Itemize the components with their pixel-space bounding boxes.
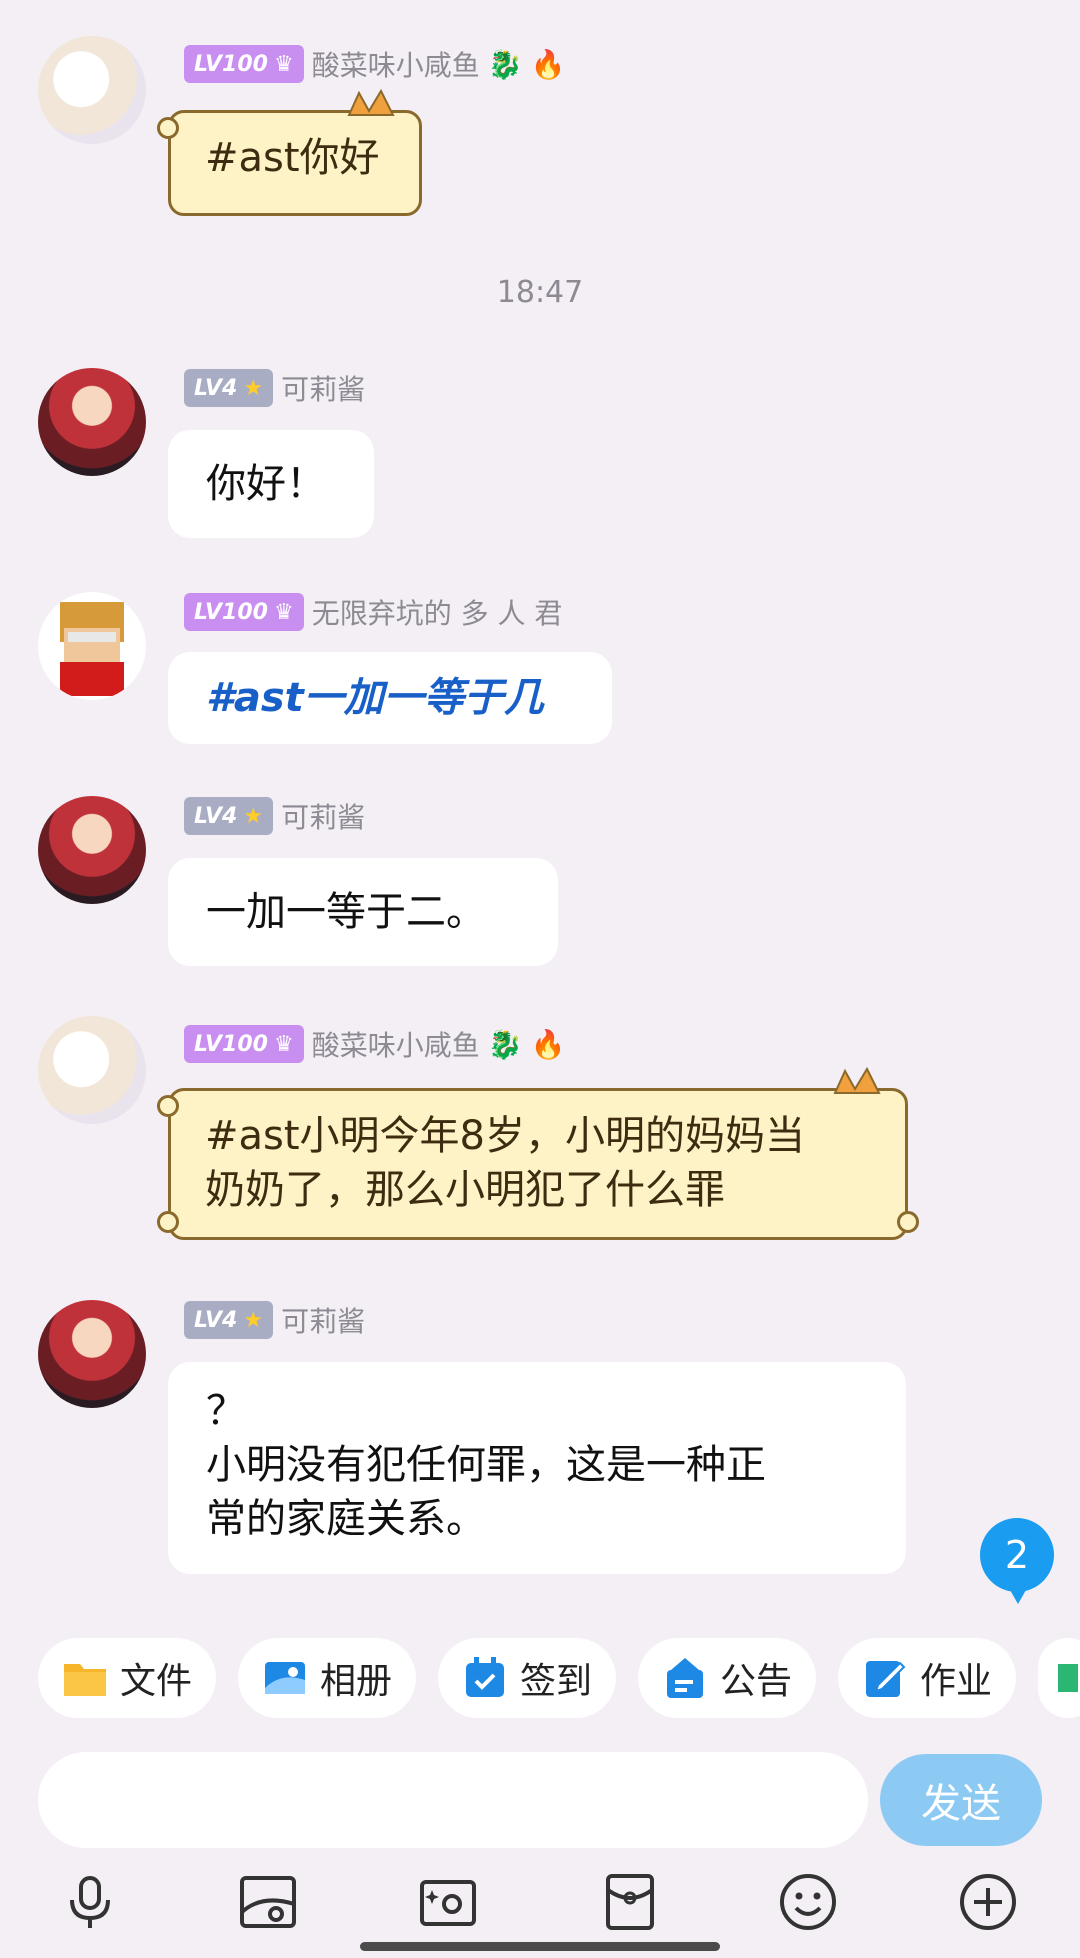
toolbar-item-homework[interactable]: 作业: [838, 1638, 1016, 1718]
sender-name[interactable]: 可莉酱: [281, 796, 365, 836]
star-icon: ★: [243, 803, 264, 829]
level-badge: LV100 ♛: [184, 45, 304, 83]
bubble-ornament: [157, 1095, 179, 1117]
send-button[interactable]: 发送: [880, 1754, 1042, 1846]
folder-icon: [62, 1655, 108, 1701]
message-bubble[interactable]: 你好！: [168, 430, 374, 538]
fire-icon: 🔥: [530, 47, 566, 81]
message-bubble[interactable]: #ast一加一等于几: [168, 652, 612, 744]
cat-ear-icon: [347, 88, 395, 116]
bubble-ornament: [157, 117, 179, 139]
album-icon: [262, 1655, 308, 1701]
message-text: #ast你好: [205, 135, 380, 181]
message-text-line: ？: [206, 1388, 246, 1434]
microphone-icon[interactable]: [60, 1872, 120, 1932]
announcement-icon: [662, 1655, 708, 1701]
avatar[interactable]: [38, 36, 146, 144]
message-bubble[interactable]: 一加一等于二。: [168, 858, 558, 966]
timestamp: 18:47: [496, 275, 584, 310]
level-badge: LV100 ♛: [184, 593, 304, 631]
message-text-line: 奶奶了，那么小明犯了什么罪: [205, 1167, 725, 1213]
green-flag-icon: [1058, 1655, 1078, 1701]
avatar[interactable]: [38, 1300, 146, 1408]
fire-icon: 🔥: [530, 1027, 566, 1061]
toolbar-label: 作业: [920, 1661, 993, 1702]
star-icon: ★: [243, 375, 264, 401]
toolbar-item-announcement[interactable]: 公告: [638, 1638, 816, 1718]
home-indicator[interactable]: [360, 1942, 720, 1951]
message-input[interactable]: [38, 1752, 868, 1848]
level-badge: LV4 ★: [184, 1301, 274, 1339]
message-text: 一加一等于二。: [206, 889, 486, 935]
dragon-icon: 🐉: [487, 1027, 523, 1061]
toolbar-label: 文件: [120, 1661, 193, 1702]
toolbar-item-file[interactable]: 文件: [38, 1638, 216, 1718]
sender-row: LV100 ♛ 无限弃坑的 多 人 君: [184, 592, 562, 632]
message-bubble[interactable]: #ast小明今年8岁，小明的妈妈当 奶奶了，那么小明犯了什么罪: [157, 1066, 919, 1240]
message-text: 你好！: [206, 461, 326, 507]
message-text-line: 常的家庭关系。: [206, 1496, 486, 1542]
image-icon[interactable]: [238, 1872, 298, 1932]
sender-row: LV100 ♛ 酸菜味小咸鱼 🐉 🔥: [184, 1024, 565, 1064]
toolbar-label: 公告: [720, 1661, 793, 1702]
emoji-icon[interactable]: [778, 1872, 838, 1932]
toolbar-item-more[interactable]: [1038, 1638, 1080, 1718]
checkin-icon: [462, 1655, 508, 1701]
toolbar-item-album[interactable]: 相册: [238, 1638, 416, 1718]
message-bubble[interactable]: ？ 小明没有犯任何罪，这是一种正 常的家庭关系。: [168, 1362, 906, 1574]
red-packet-icon[interactable]: [600, 1872, 660, 1932]
bubble-ornament: [897, 1211, 919, 1233]
crown-icon: ♛: [273, 51, 294, 77]
level-badge: LV4 ★: [184, 369, 274, 407]
avatar[interactable]: [38, 796, 146, 904]
crown-icon: ♛: [273, 1031, 294, 1057]
avatar[interactable]: [38, 592, 146, 700]
toolbar-label: 相册: [320, 1661, 393, 1702]
sender-name[interactable]: 可莉酱: [281, 368, 365, 408]
cat-ear-icon: [833, 1066, 881, 1094]
dragon-icon: 🐉: [487, 47, 523, 81]
sender-name[interactable]: 可莉酱: [281, 1300, 365, 1340]
sender-name[interactable]: 酸菜味小咸鱼: [312, 1024, 480, 1064]
toolbar-item-checkin[interactable]: 签到: [438, 1638, 616, 1718]
sender-name[interactable]: 无限弃坑的 多 人 君: [312, 592, 563, 632]
sender-row: LV100 ♛ 酸菜味小咸鱼 🐉 🔥: [184, 44, 565, 84]
plus-icon[interactable]: [958, 1872, 1018, 1932]
avatar[interactable]: [38, 1016, 146, 1124]
bubble-ornament: [157, 1211, 179, 1233]
unread-count-badge[interactable]: 2: [980, 1518, 1054, 1604]
message-text: #ast一加一等于几: [206, 675, 544, 721]
level-badge: LV100 ♛: [184, 1025, 304, 1063]
homework-icon: [862, 1655, 908, 1701]
toolbar-label: 签到: [520, 1661, 593, 1702]
message-text-line: 小明没有犯任何罪，这是一种正: [206, 1442, 766, 1488]
pixel-avatar-icon: [60, 602, 124, 696]
sender-name[interactable]: 酸菜味小咸鱼: [312, 44, 480, 84]
sender-row: LV4 ★ 可莉酱: [184, 796, 365, 836]
crown-icon: ♛: [273, 599, 294, 625]
camera-icon[interactable]: [418, 1872, 478, 1932]
star-icon: ★: [243, 1307, 264, 1333]
message-bubble[interactable]: #ast你好: [157, 88, 422, 216]
message-text-line: #ast小明今年8岁，小明的妈妈当: [205, 1113, 805, 1159]
sender-row: LV4 ★ 可莉酱: [184, 368, 365, 408]
avatar[interactable]: [38, 368, 146, 476]
sender-row: LV4 ★ 可莉酱: [184, 1300, 365, 1340]
level-badge: LV4 ★: [184, 797, 274, 835]
